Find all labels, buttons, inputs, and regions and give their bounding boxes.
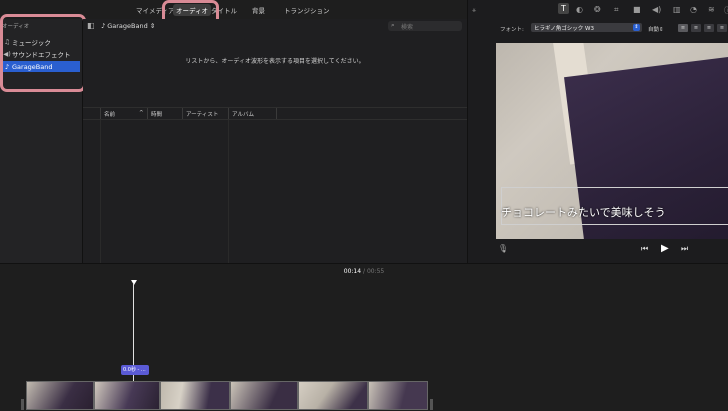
column-divider (228, 108, 229, 119)
video-clip-thumbnail[interactable] (94, 381, 160, 410)
title-clip[interactable]: 0.0秒 - ... (121, 365, 149, 375)
viewer-panel: ⚹ T ◐ ❂ ⌗ ■ ◀) ▥ ◔ ≋ ⓘ フォント: ヒラギノ角ゴシック W… (467, 0, 728, 263)
title-caption[interactable]: チョコレートみたいで美味しそう (501, 204, 666, 220)
sidebar-highlight (0, 14, 86, 92)
chevron-updown-icon: ⇕ (149, 22, 156, 30)
microphone-icon[interactable]: 🎙︎ (498, 244, 508, 253)
total-time: 00:55 (366, 268, 385, 275)
search-icon: ⌕ (391, 21, 395, 29)
align-left-icon[interactable]: ≡ (678, 24, 688, 32)
video-clip-thumbnail[interactable] (160, 381, 230, 410)
video-clip-thumbnail[interactable] (298, 381, 368, 410)
sidebar-toggle-icon[interactable]: ◧ (87, 21, 95, 30)
title-tool-icon[interactable]: T (558, 3, 569, 14)
column-divider (182, 108, 183, 119)
info-icon[interactable]: ⓘ (724, 5, 728, 16)
video-clip-thumbnail[interactable] (26, 381, 94, 410)
divider (83, 107, 467, 108)
speed-icon[interactable]: ◔ (690, 5, 697, 14)
equalizer-icon[interactable]: ▥ (673, 5, 681, 14)
audio-browser: ◧ ♪ GarageBand ⇕ ⌕ 検索 リストから、オーディオ波形を表示する… (83, 19, 467, 263)
timecode: 00:14 / 00:55 (0, 268, 728, 275)
video-preview[interactable]: チョコレートみたいで美味しそう (496, 43, 728, 239)
current-time: 00:14 (343, 268, 362, 275)
font-select[interactable]: ヒラギノ角ゴシック W3 ⇕ (531, 23, 642, 32)
video-clip-thumbnail[interactable] (230, 381, 298, 410)
video-clip-thumbnail[interactable] (368, 381, 428, 410)
color-correction-icon[interactable]: ❂ (594, 5, 601, 14)
volume-icon[interactable]: ◀) (652, 5, 661, 14)
search-field[interactable]: ⌕ 検索 (388, 21, 462, 31)
column-divider (147, 108, 148, 119)
noise-reduction-icon[interactable]: ≋ (708, 5, 715, 14)
play-icon[interactable]: ▶ (661, 243, 669, 254)
font-value: ヒラギノ角ゴシック W3 (534, 26, 594, 32)
align-right-icon[interactable]: ≡ (704, 24, 714, 32)
column-line (228, 119, 229, 263)
chevron-updown-icon: ⇕ (633, 24, 640, 31)
auto-size-select[interactable]: 自動⇕ (648, 25, 664, 33)
skip-back-icon[interactable]: ⏮ (641, 244, 648, 254)
divider (83, 119, 467, 120)
camera-stabilization-icon[interactable]: ■ (633, 5, 641, 14)
align-justify-icon[interactable]: ≡ (717, 24, 727, 32)
crop-icon[interactable]: ⌗ (614, 5, 619, 15)
time-separator: / (362, 268, 366, 275)
magic-wand-icon[interactable]: ⚹ (472, 6, 476, 15)
column-line (100, 119, 101, 263)
playhead-handle[interactable] (131, 280, 137, 285)
clip-trim-handle[interactable] (430, 399, 433, 410)
auto-label: 自動 (648, 27, 660, 33)
sort-chevron-icon: ^ (139, 110, 144, 116)
empty-message: リストから、オーディオ波形を表示する項目を選択してください。 (185, 58, 365, 65)
column-divider (276, 108, 277, 119)
source-label: GarageBand (107, 22, 148, 30)
column-header-name[interactable]: 名前 (104, 110, 115, 118)
tab-backgrounds[interactable]: 背景 (252, 5, 265, 15)
source-menu[interactable]: ♪ GarageBand ⇕ (101, 22, 155, 30)
column-header-artist[interactable]: アーティスト (186, 110, 218, 118)
guitar-icon: ♪ (101, 22, 106, 30)
color-balance-icon[interactable]: ◐ (576, 5, 583, 14)
skip-forward-icon[interactable]: ⏭ (681, 244, 688, 254)
clip-trim-handle[interactable] (21, 399, 24, 410)
search-placeholder: 検索 (401, 24, 414, 31)
align-center-icon[interactable]: ≡ (691, 24, 701, 32)
column-header-album[interactable]: アルバム (232, 110, 254, 118)
column-header-time[interactable]: 時間 (151, 110, 162, 118)
chevron-updown-icon: ⇕ (659, 27, 664, 33)
tab-transitions[interactable]: トランジション (284, 5, 330, 15)
column-divider (100, 108, 101, 119)
font-label: フォント: (500, 27, 524, 33)
